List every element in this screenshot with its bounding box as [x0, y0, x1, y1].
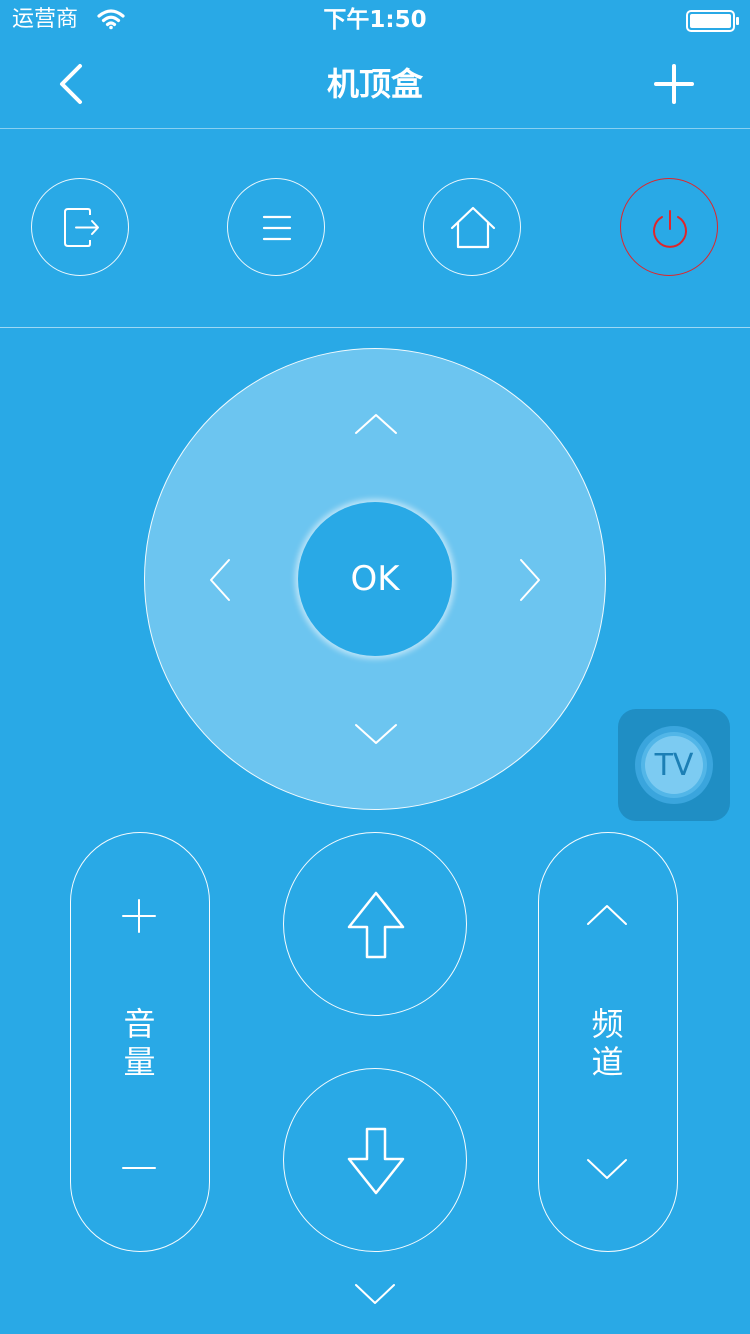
volume-label: 音 量 — [71, 1005, 208, 1081]
exit-button[interactable] — [31, 178, 129, 276]
dpad-up-button[interactable] — [352, 409, 400, 439]
direction-pad: OK — [144, 348, 606, 810]
tv-floating-button[interactable]: TV — [618, 709, 730, 821]
tv-badge-label: TV — [645, 736, 703, 794]
down-arrow-button[interactable] — [283, 1068, 467, 1252]
channel-label-line2: 道 — [591, 1043, 624, 1081]
page-title: 机顶盒 — [326, 65, 423, 103]
dpad-left-button[interactable] — [205, 556, 235, 604]
chevron-down-icon — [355, 724, 397, 744]
add-button[interactable] — [650, 60, 698, 108]
menu-button[interactable] — [227, 178, 325, 276]
volume-down-button[interactable] — [109, 1138, 169, 1198]
ok-button[interactable]: OK — [298, 502, 452, 656]
plus-icon — [654, 64, 694, 104]
channel-label: 频 道 — [539, 1005, 676, 1081]
volume-label-line2: 量 — [123, 1043, 156, 1081]
channel-up-button[interactable] — [577, 886, 637, 946]
battery-icon — [686, 10, 740, 36]
plus-icon — [122, 899, 156, 933]
chevron-down-icon — [587, 1159, 627, 1179]
chevron-left-icon — [210, 559, 230, 601]
channel-label-line1: 频 — [591, 1005, 624, 1043]
power-button[interactable] — [620, 178, 718, 276]
tv-badge-ring: TV — [635, 726, 713, 804]
arrow-down-icon — [347, 1127, 405, 1195]
chevron-right-icon — [520, 559, 540, 601]
menu-icon — [262, 215, 292, 241]
chevron-up-icon — [587, 905, 627, 925]
channel-control: 频 道 — [538, 832, 678, 1252]
status-bar: 运营商 下午1:50 — [0, 0, 750, 40]
channel-down-button[interactable] — [577, 1138, 637, 1198]
volume-up-button[interactable] — [109, 886, 169, 946]
function-row — [0, 129, 750, 328]
more-button[interactable] — [345, 1270, 405, 1320]
chevron-down-icon — [355, 1284, 395, 1304]
dpad-right-button[interactable] — [515, 556, 545, 604]
dpad-down-button[interactable] — [352, 719, 400, 749]
home-button[interactable] — [423, 178, 521, 276]
tv-badge-inner-ring: TV — [641, 732, 707, 798]
chevron-up-icon — [355, 414, 397, 434]
power-icon — [653, 210, 687, 248]
volume-control: 音 量 — [70, 832, 210, 1252]
exit-icon — [64, 208, 99, 247]
clock: 下午1:50 — [323, 7, 427, 33]
volume-label-line1: 音 — [123, 1005, 156, 1043]
home-icon — [450, 206, 496, 249]
arrow-up-icon — [347, 891, 405, 959]
minus-icon — [122, 1167, 156, 1169]
nav-bar: 机顶盒 — [0, 40, 750, 129]
up-arrow-button[interactable] — [283, 832, 467, 1016]
